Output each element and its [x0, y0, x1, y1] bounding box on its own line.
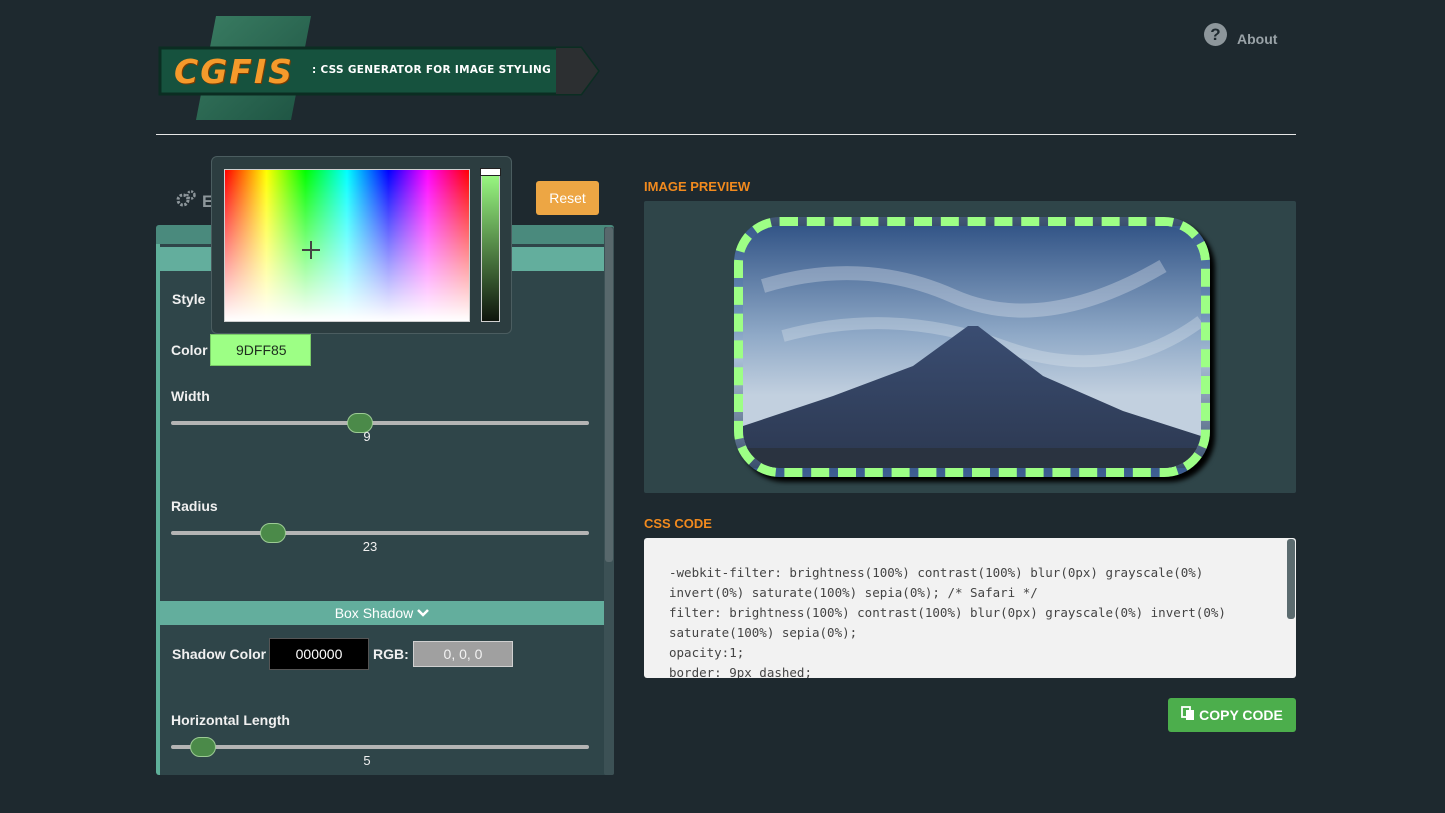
shadow-color-label: Shadow Color: [172, 646, 267, 662]
width-value: 9: [363, 429, 371, 444]
rgb-input[interactable]: [413, 641, 513, 667]
mountain-graphic: [743, 226, 1201, 468]
panel-scroll-thumb[interactable]: [605, 227, 613, 562]
horizontal-length-handle[interactable]: [190, 737, 216, 757]
crosshair-icon[interactable]: [302, 241, 320, 259]
logo-subtitle: : CSS GENERATOR FOR IMAGE STYLING: [312, 64, 552, 76]
css-code-title: CSS CODE: [644, 516, 712, 531]
color-label: Color: [171, 342, 208, 358]
gears-icon: [176, 190, 196, 213]
color-picker-slider[interactable]: [480, 168, 501, 322]
editor-heading: E: [176, 190, 213, 213]
radius-value: 23: [362, 539, 378, 554]
style-label: Style: [172, 291, 206, 307]
copy-code-button[interactable]: COPY CODE: [1168, 698, 1296, 732]
horizontal-length-value: 5: [363, 753, 371, 768]
shadow-color-input[interactable]: [269, 638, 369, 670]
image-preview-title: IMAGE PREVIEW: [644, 179, 751, 194]
css-code-text: -webkit-filter: brightness(100%) contras…: [669, 565, 1226, 678]
box-shadow-label: Box Shadow: [334, 605, 414, 621]
app-logo: CGFIS : CSS GENERATOR FOR IMAGE STYLING: [156, 14, 601, 124]
width-label: Width: [171, 388, 210, 404]
color-picker-slider-handle[interactable]: [480, 168, 501, 176]
css-code-box[interactable]: -webkit-filter: brightness(100%) contras…: [644, 538, 1296, 678]
radius-slider-handle[interactable]: [260, 523, 286, 543]
logo-text: CGFIS: [174, 52, 294, 91]
copy-code-label: COPY CODE: [1199, 707, 1283, 723]
box-shadow-toggle[interactable]: Box Shadow: [160, 601, 604, 625]
header-divider: [156, 134, 1296, 135]
help-icon: ?: [1204, 23, 1227, 46]
chevron-down-icon: [417, 605, 430, 621]
about-label: About: [1237, 31, 1278, 47]
about-link[interactable]: ? About: [1204, 22, 1277, 47]
radius-label: Radius: [171, 498, 218, 514]
copy-icon: [1181, 706, 1195, 724]
border-color-input[interactable]: [210, 334, 311, 366]
color-picker-popup: [211, 156, 512, 334]
rgb-label: RGB:: [373, 646, 409, 662]
panel-scrollbar[interactable]: [604, 227, 614, 775]
preview-image: [734, 217, 1210, 477]
reset-button[interactable]: Reset: [536, 181, 599, 215]
code-scrollbar[interactable]: [1287, 539, 1295, 619]
radius-slider[interactable]: [171, 531, 589, 535]
horizontal-length-slider[interactable]: [171, 745, 589, 749]
horizontal-length-label: Horizontal Length: [171, 712, 290, 728]
panel-accent-strip: [156, 244, 160, 775]
width-slider[interactable]: [171, 421, 589, 425]
color-picker-field[interactable]: [224, 169, 470, 322]
